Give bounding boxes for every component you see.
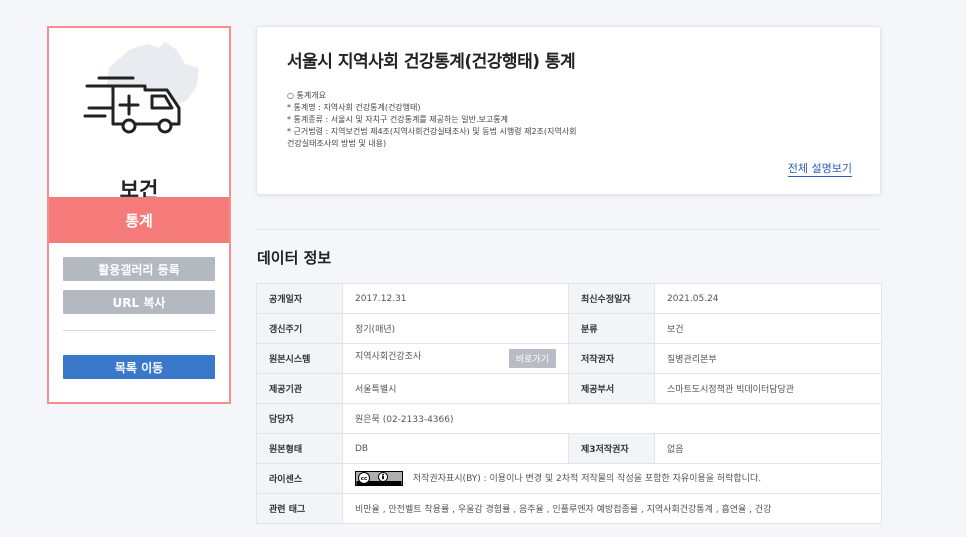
dataset-title: 서울시 지역사회 건강통계(건강행태) 통계 (287, 52, 576, 72)
description-line: * 통계종류 : 서울시 및 자치구 건강통계를 제공하는 일반.보고통계 (287, 115, 508, 124)
description-line: * 근거법령 : 지역보건법 제4조(지역사회건강실태조사) 및 동법 시행령 … (287, 127, 577, 136)
table-row: 공개일자 2017.12.31 최신수정일자 2021.05.24 (256, 283, 882, 314)
ambulance-icon (83, 42, 199, 134)
go-to-source-button[interactable]: 바로가기 (508, 349, 556, 368)
data-info-table: 공개일자 2017.12.31 최신수정일자 2021.05.24 갱신주기 정… (256, 283, 882, 524)
data-info-heading: 데이터 정보 (257, 249, 332, 267)
manager-label: 담당자 (256, 403, 343, 434)
category-icon-area (49, 28, 229, 198)
description-line: 건강실태조사의 방법 및 내용) (287, 139, 387, 148)
department-label: 제공부서 (568, 373, 655, 404)
source-system-cell: 지역사회건강조사 바로가기 (342, 343, 569, 374)
classification-label: 분류 (568, 313, 655, 344)
source-format-value: DB (342, 433, 569, 464)
table-row: 원본시스템 지역사회건강조사 바로가기 저작권자 질병관리본부 (256, 343, 882, 374)
update-cycle-label: 갱신주기 (256, 313, 343, 344)
source-system-value: 지역사회건강조사 (355, 352, 422, 362)
license-value: 저작권자표시(BY) : 이용이나 변경 및 2차적 저작물의 작성을 포함한 … (412, 474, 762, 484)
svg-text:cc: cc (361, 476, 368, 482)
modified-date-value: 2021.05.24 (654, 283, 882, 314)
license-label: 라이센스 (256, 463, 343, 494)
category-card: 보건 통계 활용갤러리 등록 URL 복사 목록 이동 (47, 26, 231, 404)
cc-by-license-icon: cc (355, 471, 403, 486)
section-divider (256, 229, 881, 230)
provider-value: 서울특별시 (342, 373, 569, 404)
classification-value: 보건 (654, 313, 882, 344)
department-value: 스마트도시정책관 빅데이터담당관 (654, 373, 882, 404)
update-cycle-value: 정기(매년) (342, 313, 569, 344)
source-format-label: 원본형태 (256, 433, 343, 464)
tab-statistics[interactable]: 통계 (49, 197, 229, 243)
copyright-holder-value: 질병관리본부 (654, 343, 882, 374)
copyright-holder-label: 저작권자 (568, 343, 655, 374)
license-cell: cc 저작권자표시(BY) : 이용이나 변경 및 2차적 저작물의 작성을 포… (342, 463, 882, 494)
related-tags-value: 비만율 , 안전벨트 착용률 , 우울감 경험률 , 음주율 , 인플루엔자 예… (342, 493, 882, 524)
third-party-copyright-label: 제3저작권자 (568, 433, 655, 464)
table-row: 원본형태 DB 제3저작권자 없음 (256, 433, 882, 464)
sidebar-divider (63, 330, 215, 331)
provider-label: 제공기관 (256, 373, 343, 404)
source-system-label: 원본시스템 (256, 343, 343, 374)
table-row: 관련 태그 비만율 , 안전벨트 착용률 , 우울감 경험률 , 음주율 , 인… (256, 493, 882, 524)
url-copy-button[interactable]: URL 복사 (63, 290, 215, 314)
published-date-label: 공개일자 (256, 283, 343, 314)
list-move-button[interactable]: 목록 이동 (63, 355, 215, 379)
third-party-copyright-value: 없음 (654, 433, 882, 464)
table-row: 제공기관 서울특별시 제공부서 스마트도시정책관 빅데이터담당관 (256, 373, 882, 404)
modified-date-label: 최신수정일자 (568, 283, 655, 314)
table-row: 갱신주기 정기(매년) 분류 보건 (256, 313, 882, 344)
related-tags-label: 관련 태그 (256, 493, 343, 524)
table-row: 담당자 원은묵 (02-2133-4366) (256, 403, 882, 434)
gallery-register-button[interactable]: 활용갤러리 등록 (63, 257, 215, 281)
description-line: * 통계명 : 지역사회 건강통계(건강행태) (287, 103, 421, 112)
view-full-description-link[interactable]: 전체 설명보기 (787, 160, 852, 177)
description-card: 서울시 지역사회 건강통계(건강행태) 통계 ○ 통계개요 * 통계명 : 지역… (256, 26, 881, 195)
description-body: ○ 통계개요 * 통계명 : 지역사회 건강통계(건강행태) * 통계종류 : … (287, 90, 847, 148)
manager-value: 원은묵 (02-2133-4366) (342, 403, 882, 434)
published-date-value: 2017.12.31 (342, 283, 569, 314)
description-line: ○ 통계개요 (287, 91, 326, 100)
table-row: 라이센스 cc 저작권자표시(BY) : 이용이나 변경 및 2차적 저작물의 … (256, 463, 882, 494)
